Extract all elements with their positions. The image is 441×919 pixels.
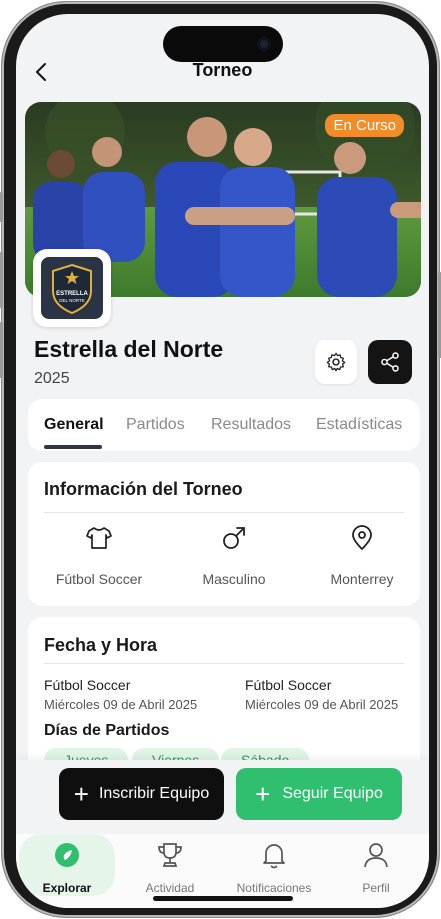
nav-perfil[interactable]: Perfil xyxy=(328,834,424,896)
camera-icon xyxy=(257,37,271,51)
plus-icon: + xyxy=(73,779,89,809)
nav-label: Explorar xyxy=(42,881,92,895)
sport-info: Fútbol Soccer xyxy=(34,524,164,587)
volume-down-button xyxy=(0,322,3,378)
nav-actividad[interactable]: Actividad xyxy=(122,834,218,896)
phone-frame: Torneo En Curso ESTRELLA DEL NORTE Estre… xyxy=(0,2,441,917)
match-days-title: Días de Partidos xyxy=(44,722,170,739)
gender-info: Masculino xyxy=(169,524,299,587)
gear-icon xyxy=(326,352,346,372)
start-date: Fútbol Soccer Miércoles 09 de Abril 2025 xyxy=(44,677,197,712)
share-icon xyxy=(381,352,399,372)
tab-general[interactable]: General xyxy=(44,416,104,434)
status-badge: En Curso xyxy=(325,114,404,137)
settings-button[interactable] xyxy=(315,340,357,384)
action-bar: + Inscribir Equipo + Seguir Equipo xyxy=(16,760,429,834)
sport-label: Fútbol Soccer xyxy=(55,571,143,587)
end-sport: Fútbol Soccer xyxy=(245,677,332,693)
start-sport: Fútbol Soccer xyxy=(44,677,131,693)
bell-icon xyxy=(263,844,285,869)
follow-team-label: Seguir Equipo xyxy=(282,785,383,802)
register-team-button[interactable]: + Inscribir Equipo xyxy=(59,768,224,820)
team-logo: ESTRELLA DEL NORTE xyxy=(33,249,111,327)
end-date-text: Miércoles 09 de Abril 2025 xyxy=(245,697,399,712)
end-date: Fútbol Soccer Miércoles 09 de Abril 2025 xyxy=(245,677,398,712)
divider xyxy=(44,663,404,664)
jersey-icon xyxy=(86,527,112,549)
nav-label: Actividad xyxy=(145,881,195,895)
nav-label: Notificaciones xyxy=(236,881,312,895)
team-name: Estrella del Norte xyxy=(34,336,224,362)
user-icon xyxy=(364,843,388,868)
tournament-info-card: Información del Torneo Fútbol Soccer Mas… xyxy=(28,462,420,606)
home-indicator xyxy=(153,896,293,901)
tab-bar: General Partidos Resultados Estadísticas xyxy=(28,399,420,451)
male-icon xyxy=(223,527,245,549)
page-title: Torneo xyxy=(192,60,253,80)
nav-label: Perfil xyxy=(362,881,390,895)
follow-team-button[interactable]: + Seguir Equipo xyxy=(236,768,402,820)
tab-resultados[interactable]: Resultados xyxy=(211,416,291,434)
location-info: Monterrey xyxy=(297,524,427,587)
divider xyxy=(44,512,404,513)
register-team-label: Inscribir Equipo xyxy=(98,785,210,802)
plus-icon: + xyxy=(255,779,271,809)
logo-line1: ESTRELLA xyxy=(56,291,88,297)
nav-explorar[interactable]: Explorar xyxy=(19,834,115,896)
location-label: Monterrey xyxy=(330,571,394,587)
share-button[interactable] xyxy=(368,340,412,384)
location-pin-icon xyxy=(352,525,372,550)
start-date-text: Miércoles 09 de Abril 2025 xyxy=(44,697,198,712)
gender-label: Masculino xyxy=(202,571,266,587)
info-title: Información del Torneo xyxy=(44,479,243,499)
team-year: 2025 xyxy=(34,370,70,387)
schedule-title: Fecha y Hora xyxy=(44,635,158,655)
nav-notificaciones[interactable]: Notificaciones xyxy=(226,834,322,896)
volume-up-button xyxy=(0,252,3,308)
logo-line2: DEL NORTE xyxy=(59,298,85,303)
active-tab-indicator xyxy=(44,445,102,449)
tab-partidos[interactable]: Partidos xyxy=(126,416,185,434)
compass-icon xyxy=(55,843,79,867)
screen: Torneo En Curso ESTRELLA DEL NORTE Estre… xyxy=(16,14,429,908)
tab-estadisticas[interactable]: Estadísticas xyxy=(316,416,402,434)
dynamic-island xyxy=(163,26,283,62)
shield-logo-icon: ESTRELLA DEL NORTE xyxy=(52,263,92,315)
action-button xyxy=(0,192,3,222)
trophy-icon xyxy=(158,843,182,867)
